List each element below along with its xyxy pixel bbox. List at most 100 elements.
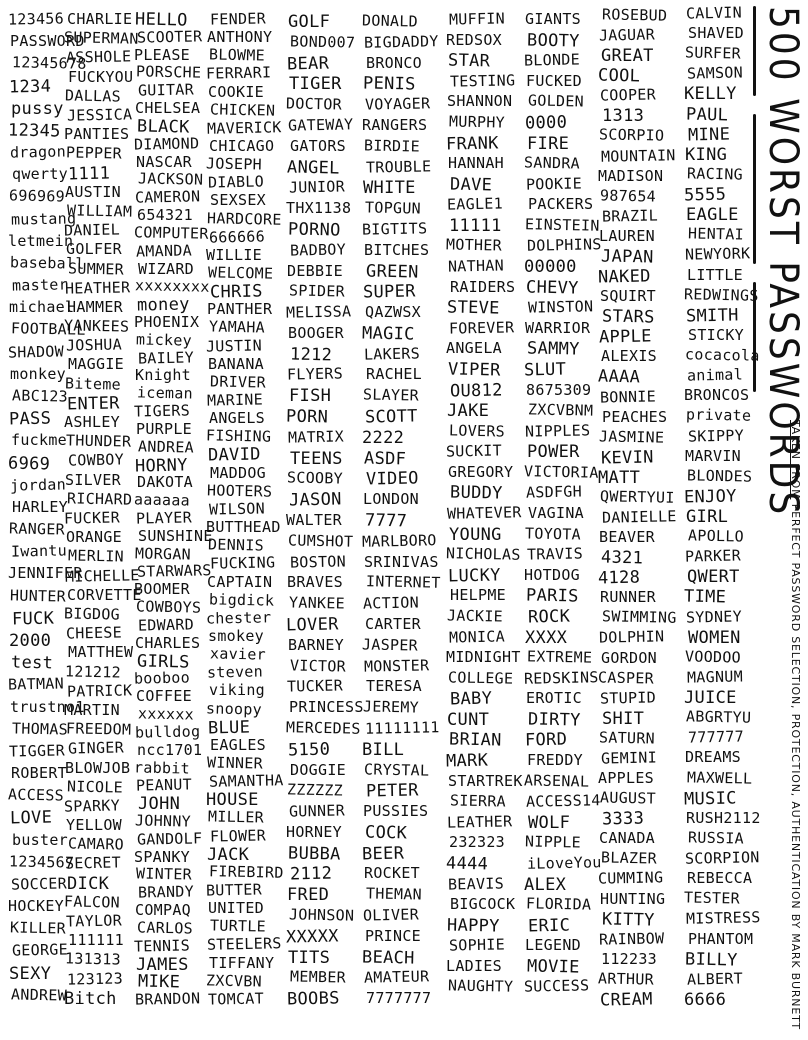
password-word: GINGER: [67, 738, 125, 758]
password-word: GREAT: [601, 46, 654, 67]
password-word: WOLF: [528, 812, 571, 833]
password-word: EAGLES: [210, 735, 266, 754]
password-word: DOLPHINS: [526, 235, 602, 256]
password-word: Knight: [135, 366, 191, 385]
password-word: JOSHUA: [65, 335, 123, 355]
password-word: REDSKINS: [523, 667, 599, 688]
password-word: FOREVER: [448, 318, 515, 338]
password-word: CUMMING: [597, 868, 664, 889]
password-word: JAGUAR: [598, 25, 656, 45]
password-word: SEXY: [9, 963, 52, 984]
password-word: AMANDA: [135, 241, 193, 261]
subtitle-source-label: TAKEN FROM: [789, 420, 802, 500]
title-word-500: 500: [760, 6, 806, 84]
password-word: DANIELLE: [601, 507, 677, 527]
password-word: ANGELS: [209, 409, 265, 428]
password-word: HARDCORE: [206, 208, 282, 229]
password-word: JOHNSON: [288, 905, 355, 925]
password-word: MONICA: [448, 626, 506, 647]
password-word: BIGTITS: [361, 219, 428, 239]
password-word: WILLIAM: [66, 201, 133, 221]
password-word: 5555: [683, 184, 727, 206]
password-word: DANIEL: [63, 220, 121, 240]
password-word: APOLLO: [687, 526, 745, 546]
password-word: DOGGIE: [290, 760, 346, 779]
password-word: VIPER: [447, 359, 501, 381]
password-word: ROCK: [527, 606, 571, 628]
password-word: WARRIOR: [525, 318, 591, 337]
password-word: dragon: [9, 142, 67, 162]
password-word: PANTIES: [64, 125, 130, 144]
password-word: JAPAN: [600, 246, 654, 268]
password-word: BEAVER: [599, 528, 655, 547]
password-word: BRAZIL: [601, 206, 659, 226]
password-word: HOTDOG: [524, 565, 580, 584]
password-word: CHARLES: [135, 633, 201, 652]
password-word: PATRICK: [66, 681, 133, 701]
password-word: HAPPY: [446, 915, 500, 937]
password-word: ERIC: [527, 915, 571, 937]
password-word: TITS: [288, 947, 331, 968]
password-word: STARTREK: [448, 771, 523, 790]
password-word: XXXXX: [285, 926, 339, 948]
password-word: MOTHER: [445, 235, 503, 255]
password-word: YANKEES: [63, 316, 130, 336]
password-word: KITTY: [601, 909, 655, 931]
password-word: OLIVER: [362, 905, 420, 925]
password-word: RANGER: [8, 519, 66, 539]
password-word: BOOGER: [288, 323, 344, 342]
password-word: TROUBLE: [365, 156, 432, 177]
password-word: ncc1701: [137, 740, 203, 759]
password-word: PARIS: [525, 585, 579, 607]
password-word: TESTING: [449, 71, 516, 91]
password-word: WELCOME: [207, 263, 274, 283]
password-word: HUNTER: [9, 586, 67, 606]
password-word: SUPER: [362, 281, 416, 303]
password-word: FISH: [289, 386, 332, 407]
subtitle-citation: PERFECT PASSWORD SELECTION, PROTECTION, …: [789, 503, 802, 1030]
password-word: cocacola: [684, 345, 760, 365]
password-word: SILVER: [65, 470, 121, 489]
password-word: CAPTAIN: [207, 572, 273, 591]
password-word: BEER: [361, 843, 405, 865]
password-word: FERRARI: [205, 63, 272, 84]
password-word: ZZZZZZ: [286, 780, 344, 800]
password-word: COLLEGE: [447, 667, 514, 688]
password-word: LOVER: [285, 614, 339, 636]
password-word: BRANDY: [137, 882, 195, 902]
password-word: GREEN: [365, 260, 419, 283]
password-word: CARTER: [365, 614, 421, 633]
password-word: DALLAS: [64, 86, 122, 106]
password-word: BITCHES: [364, 240, 430, 259]
password-word: GIANTS: [525, 10, 581, 28]
password-word: BLUE: [207, 717, 251, 739]
password-word: RICHARD: [66, 489, 133, 509]
password-word: PETER: [365, 780, 419, 802]
password-word: KING: [685, 144, 728, 165]
password-word: SCORPION: [684, 848, 760, 868]
password-word: FISHING: [205, 426, 272, 447]
password-word: COOKIE: [208, 82, 264, 101]
password-word: WINSTON: [527, 297, 594, 317]
password-word: SIERRA: [449, 791, 507, 811]
password-word: BONNIE: [599, 386, 657, 407]
password-word: ZXCVBN: [205, 971, 263, 991]
password-word: PUSSIES: [363, 802, 429, 821]
password-word: UNITED: [208, 899, 264, 918]
password-word: GIRL: [686, 507, 729, 527]
password-word: ACCESS14: [525, 791, 601, 811]
password-word: FIRE: [527, 133, 570, 154]
password-word: SQUIRT: [600, 287, 656, 306]
password-word: SHADOW: [7, 342, 65, 362]
password-word: SUMMER: [67, 258, 125, 279]
password-word: iLoveYou: [526, 853, 602, 873]
password-word: PORSCHE: [135, 62, 202, 83]
password-word: SATURN: [598, 728, 656, 748]
password-word: FORD: [524, 729, 568, 751]
password-word: CHELSEA: [135, 99, 201, 118]
password-word: PASS: [8, 408, 52, 430]
password-word: test: [10, 652, 54, 674]
password-word: JACKIE: [446, 606, 504, 626]
password-word: CHEVY: [525, 277, 579, 299]
password-word: WHITE: [363, 178, 416, 199]
